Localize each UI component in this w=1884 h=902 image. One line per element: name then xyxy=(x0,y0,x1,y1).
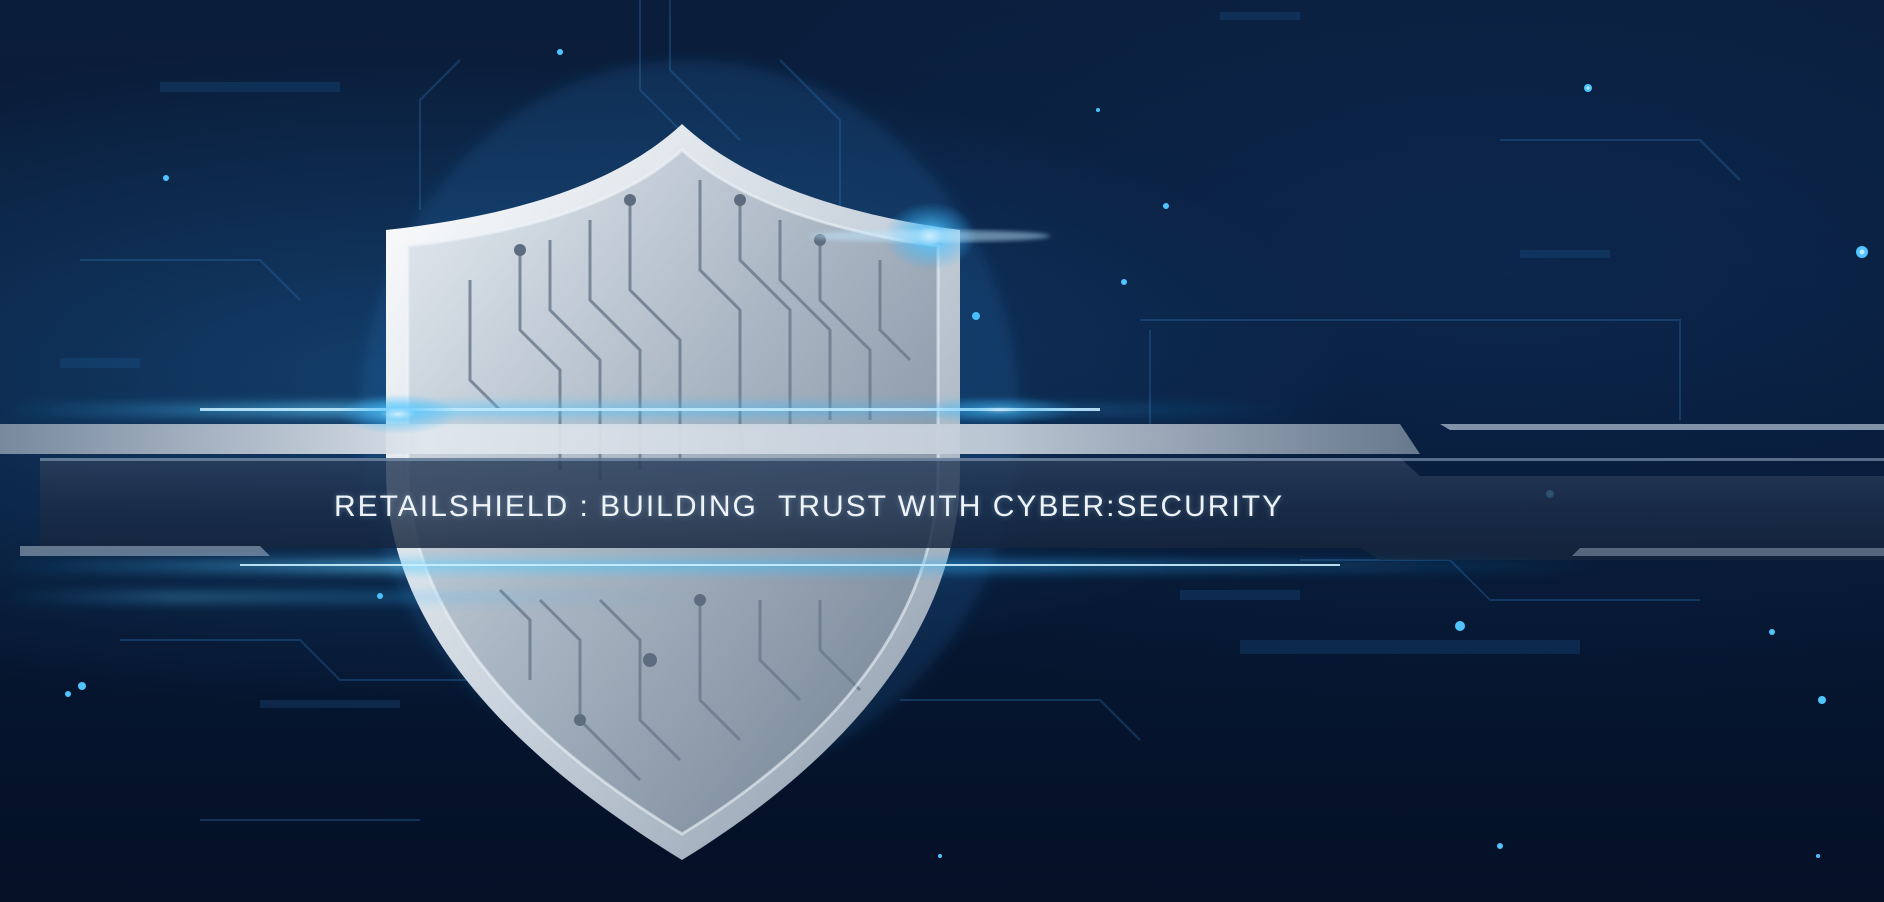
banner-title: RETAILSHIELD : BUILDING TRUST WITH CYBER… xyxy=(334,490,1285,523)
cyber-background-art xyxy=(0,0,1884,860)
hero-banner: RETAILSHIELD : BUILDING TRUST WITH CYBER… xyxy=(0,0,1884,902)
